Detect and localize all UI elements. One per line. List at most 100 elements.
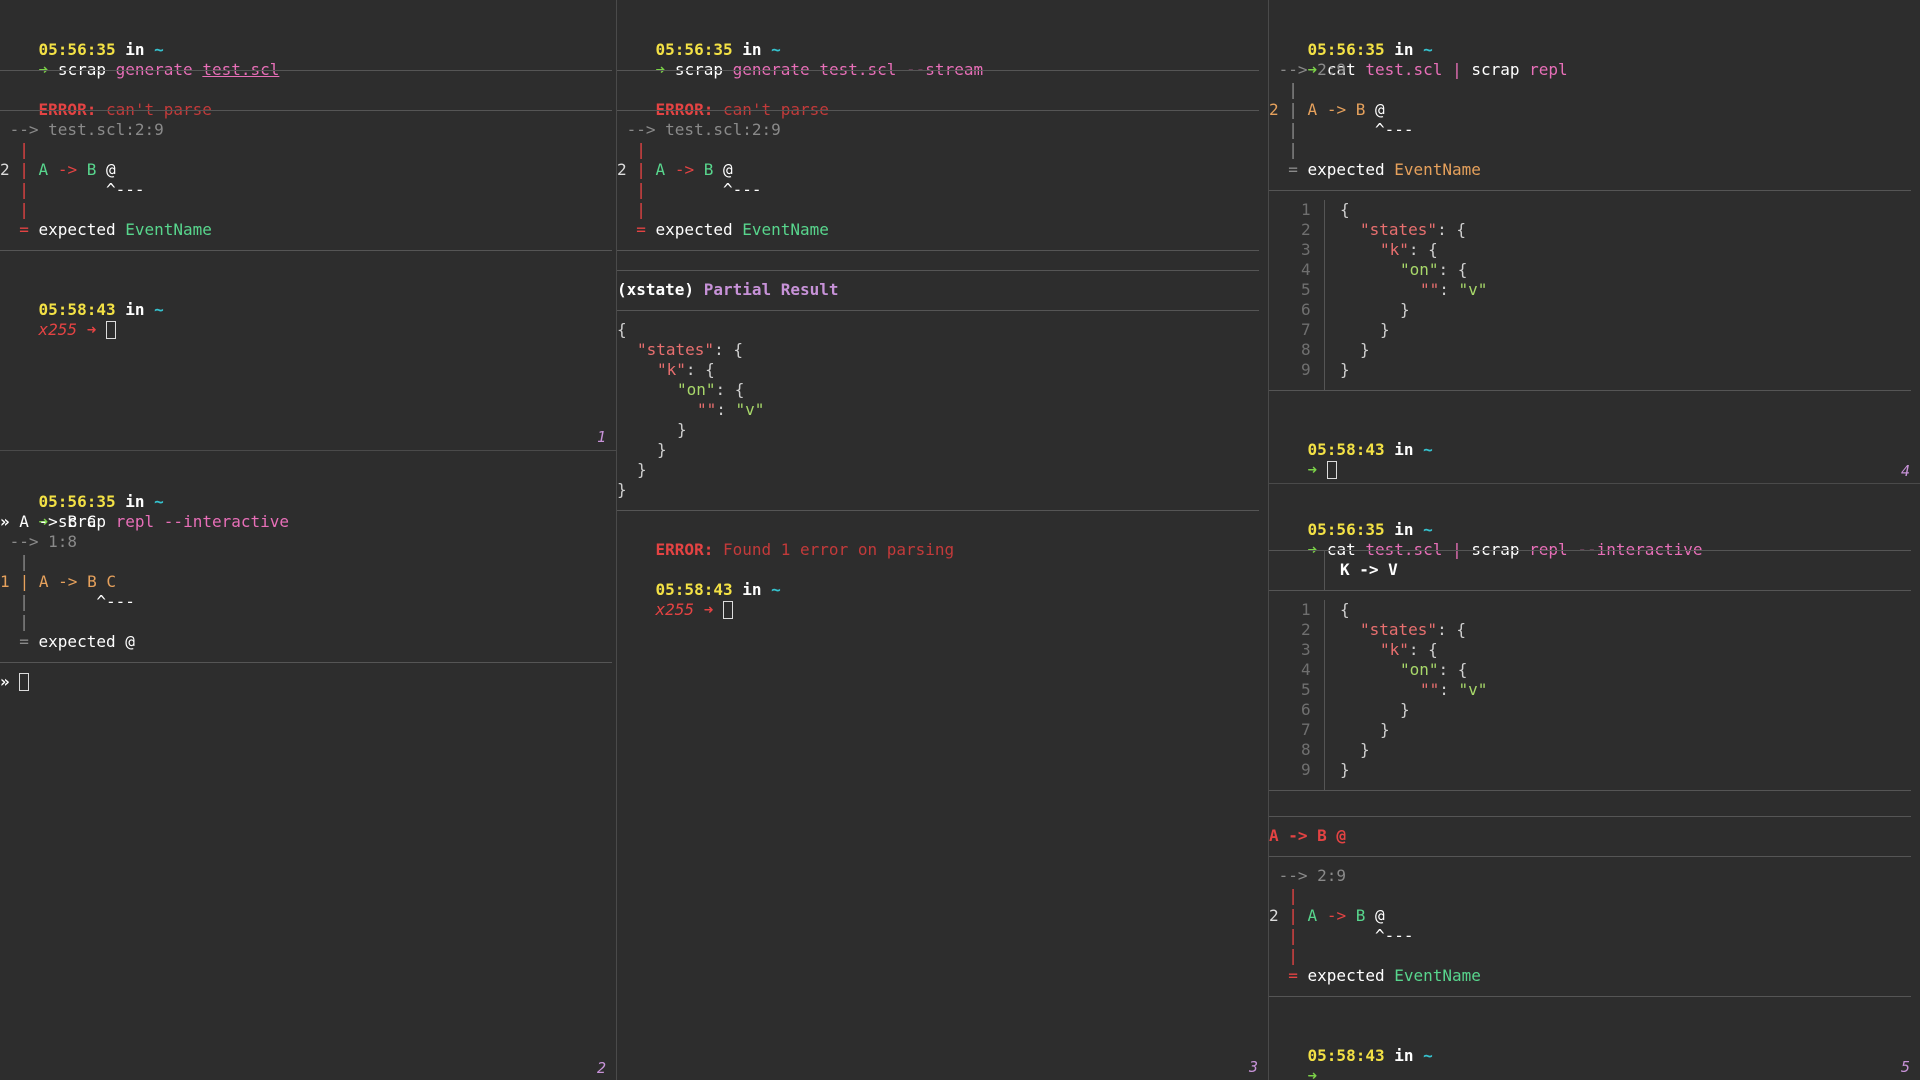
line-number: 1	[0, 572, 10, 591]
terminal-pane-3[interactable]: 05:56:35 in ~ ➜ scrap generate test.scl …	[617, 0, 1268, 1080]
line-number: 3	[1301, 640, 1311, 659]
error-location: --> 2:9	[1269, 60, 1347, 79]
caret-marker: ^---	[617, 180, 762, 199]
terminal-pane-2[interactable]: 05:56:35 in ~ ➜ scrap repl --interactive…	[0, 451, 616, 1080]
divider	[1269, 790, 1911, 791]
exit-code: x255	[655, 600, 695, 619]
line-number: 2	[617, 160, 627, 179]
section-title: (xstate) Partial Result	[617, 280, 839, 300]
line-number: 1	[1301, 600, 1311, 619]
line-number: 7	[1301, 320, 1311, 339]
gutter-bar: |	[617, 140, 646, 159]
json-key: "k"	[1380, 240, 1409, 259]
pane-number: 1	[596, 428, 606, 446]
error-line: ERROR: Found 1 error on parsing	[617, 520, 955, 559]
cursor[interactable]	[105, 321, 116, 339]
error-location: --> test.scl:2:9	[0, 120, 164, 139]
divider	[0, 250, 612, 251]
transition-arrow: ->	[1317, 906, 1356, 925]
json-brace: }	[1340, 760, 1350, 779]
json-brace: : {	[1438, 660, 1468, 679]
expected-name: EventName	[1394, 160, 1481, 179]
json-colon: :	[1439, 680, 1459, 699]
gutter-bar: |	[1269, 946, 1298, 965]
prompt-arrow-icon: ➜	[77, 320, 106, 339]
state-b: B	[86, 160, 97, 179]
json-key: "states"	[1360, 620, 1438, 639]
terminal-pane-1[interactable]: 05:56:35 in ~ ➜ scrap generate test.scl …	[0, 0, 616, 450]
divider	[617, 250, 1259, 251]
source-line: 2 | A -> B @	[1269, 906, 1385, 926]
cwd: ~	[1423, 440, 1433, 459]
gutter-guide	[1324, 200, 1325, 390]
line-number: 2	[0, 160, 10, 179]
line-number: 2	[1269, 100, 1279, 119]
repl-prompt-icon: »	[0, 512, 10, 531]
active-prompt[interactable]: ➜	[1269, 440, 1337, 479]
json-brace: }	[1360, 740, 1370, 759]
source-line: 2 | A -> B @	[617, 160, 733, 180]
prompt-header: 05:58:43 in ~	[1269, 420, 1433, 459]
at-symbol: @	[1365, 100, 1385, 119]
json-key: "states"	[637, 340, 715, 359]
divider	[0, 110, 612, 111]
divider	[1269, 590, 1911, 591]
prompt-header: 05:58:43 in ~	[617, 560, 781, 599]
caret-marker: ^---	[0, 180, 145, 199]
pane-number: 3	[1248, 1058, 1258, 1076]
line-number: 4	[1301, 660, 1311, 679]
json-line: "k": {	[1380, 240, 1438, 260]
equals-sign: =	[0, 220, 39, 239]
prompt-header: 05:56:35 in ~	[1269, 20, 1433, 59]
cursor[interactable]	[19, 673, 30, 691]
at-symbol: @	[713, 160, 733, 179]
error-input: A -> B @	[1269, 826, 1347, 845]
json-brace: {	[617, 320, 627, 339]
gutter-bar: |	[0, 612, 29, 631]
json-brace: : {	[1438, 260, 1468, 279]
command-line: ➜ cat test.scl | scrap repl	[1269, 40, 1568, 79]
active-prompt[interactable]: x255 ➜	[0, 300, 116, 339]
line-number: 2	[1269, 906, 1279, 925]
json-line: "states": {	[1360, 620, 1466, 640]
active-prompt[interactable]: x255 ➜	[617, 580, 733, 619]
gutter-bar: |	[0, 140, 29, 159]
error-location: --> test.scl:2:9	[617, 120, 781, 139]
terminal-pane-4[interactable]: 05:56:35 in ~ ➜ cat test.scl | scrap rep…	[1269, 0, 1920, 483]
terminal-pane-5[interactable]: 05:56:35 in ~ ➜ cat test.scl | scrap rep…	[1269, 484, 1920, 1080]
state-b: B	[1355, 906, 1366, 925]
pipe: |	[1452, 60, 1462, 79]
active-prompt[interactable]: ➜	[1269, 1046, 1318, 1080]
line-number: 4	[1301, 260, 1311, 279]
gutter-bar: |	[626, 160, 656, 179]
json-brace: }	[617, 480, 627, 499]
source-line: | A -> B C	[10, 572, 116, 591]
json-line: "k": {	[1380, 640, 1438, 660]
prompt-header: 05:56:35 in ~	[1269, 500, 1433, 539]
json-line: "states": {	[637, 340, 743, 360]
json-key: ""	[697, 400, 717, 419]
json-brace: }	[657, 440, 667, 459]
json-key: "k"	[657, 360, 686, 379]
divider	[1269, 996, 1911, 997]
gutter-guide	[1324, 600, 1325, 790]
expected-line: = expected @	[0, 632, 135, 652]
command-line: ➜ scrap generate test.scl --stream	[617, 40, 984, 79]
json-colon: :	[716, 400, 736, 419]
line-number: 6	[1301, 700, 1311, 719]
cursor[interactable]	[722, 601, 733, 619]
gutter-guide	[1324, 550, 1325, 590]
json-line: "": "v"	[697, 400, 764, 420]
json-brace: }	[1380, 320, 1390, 339]
in-keyword: in	[1394, 440, 1414, 459]
line-number: 3	[1301, 240, 1311, 259]
prompt-arrow-icon: ➜	[1307, 460, 1318, 479]
divider	[1269, 390, 1911, 391]
repl-prompt-line[interactable]: »	[0, 672, 30, 692]
caret-marker: ^---	[1269, 120, 1414, 139]
source-line: 2 | A -> B @	[0, 160, 116, 180]
cursor[interactable]	[1326, 461, 1337, 479]
xstate-tag: (xstate)	[617, 280, 695, 299]
expected-line: = expected EventName	[1269, 160, 1481, 180]
source-line: 2 | A -> B @	[1269, 100, 1385, 120]
